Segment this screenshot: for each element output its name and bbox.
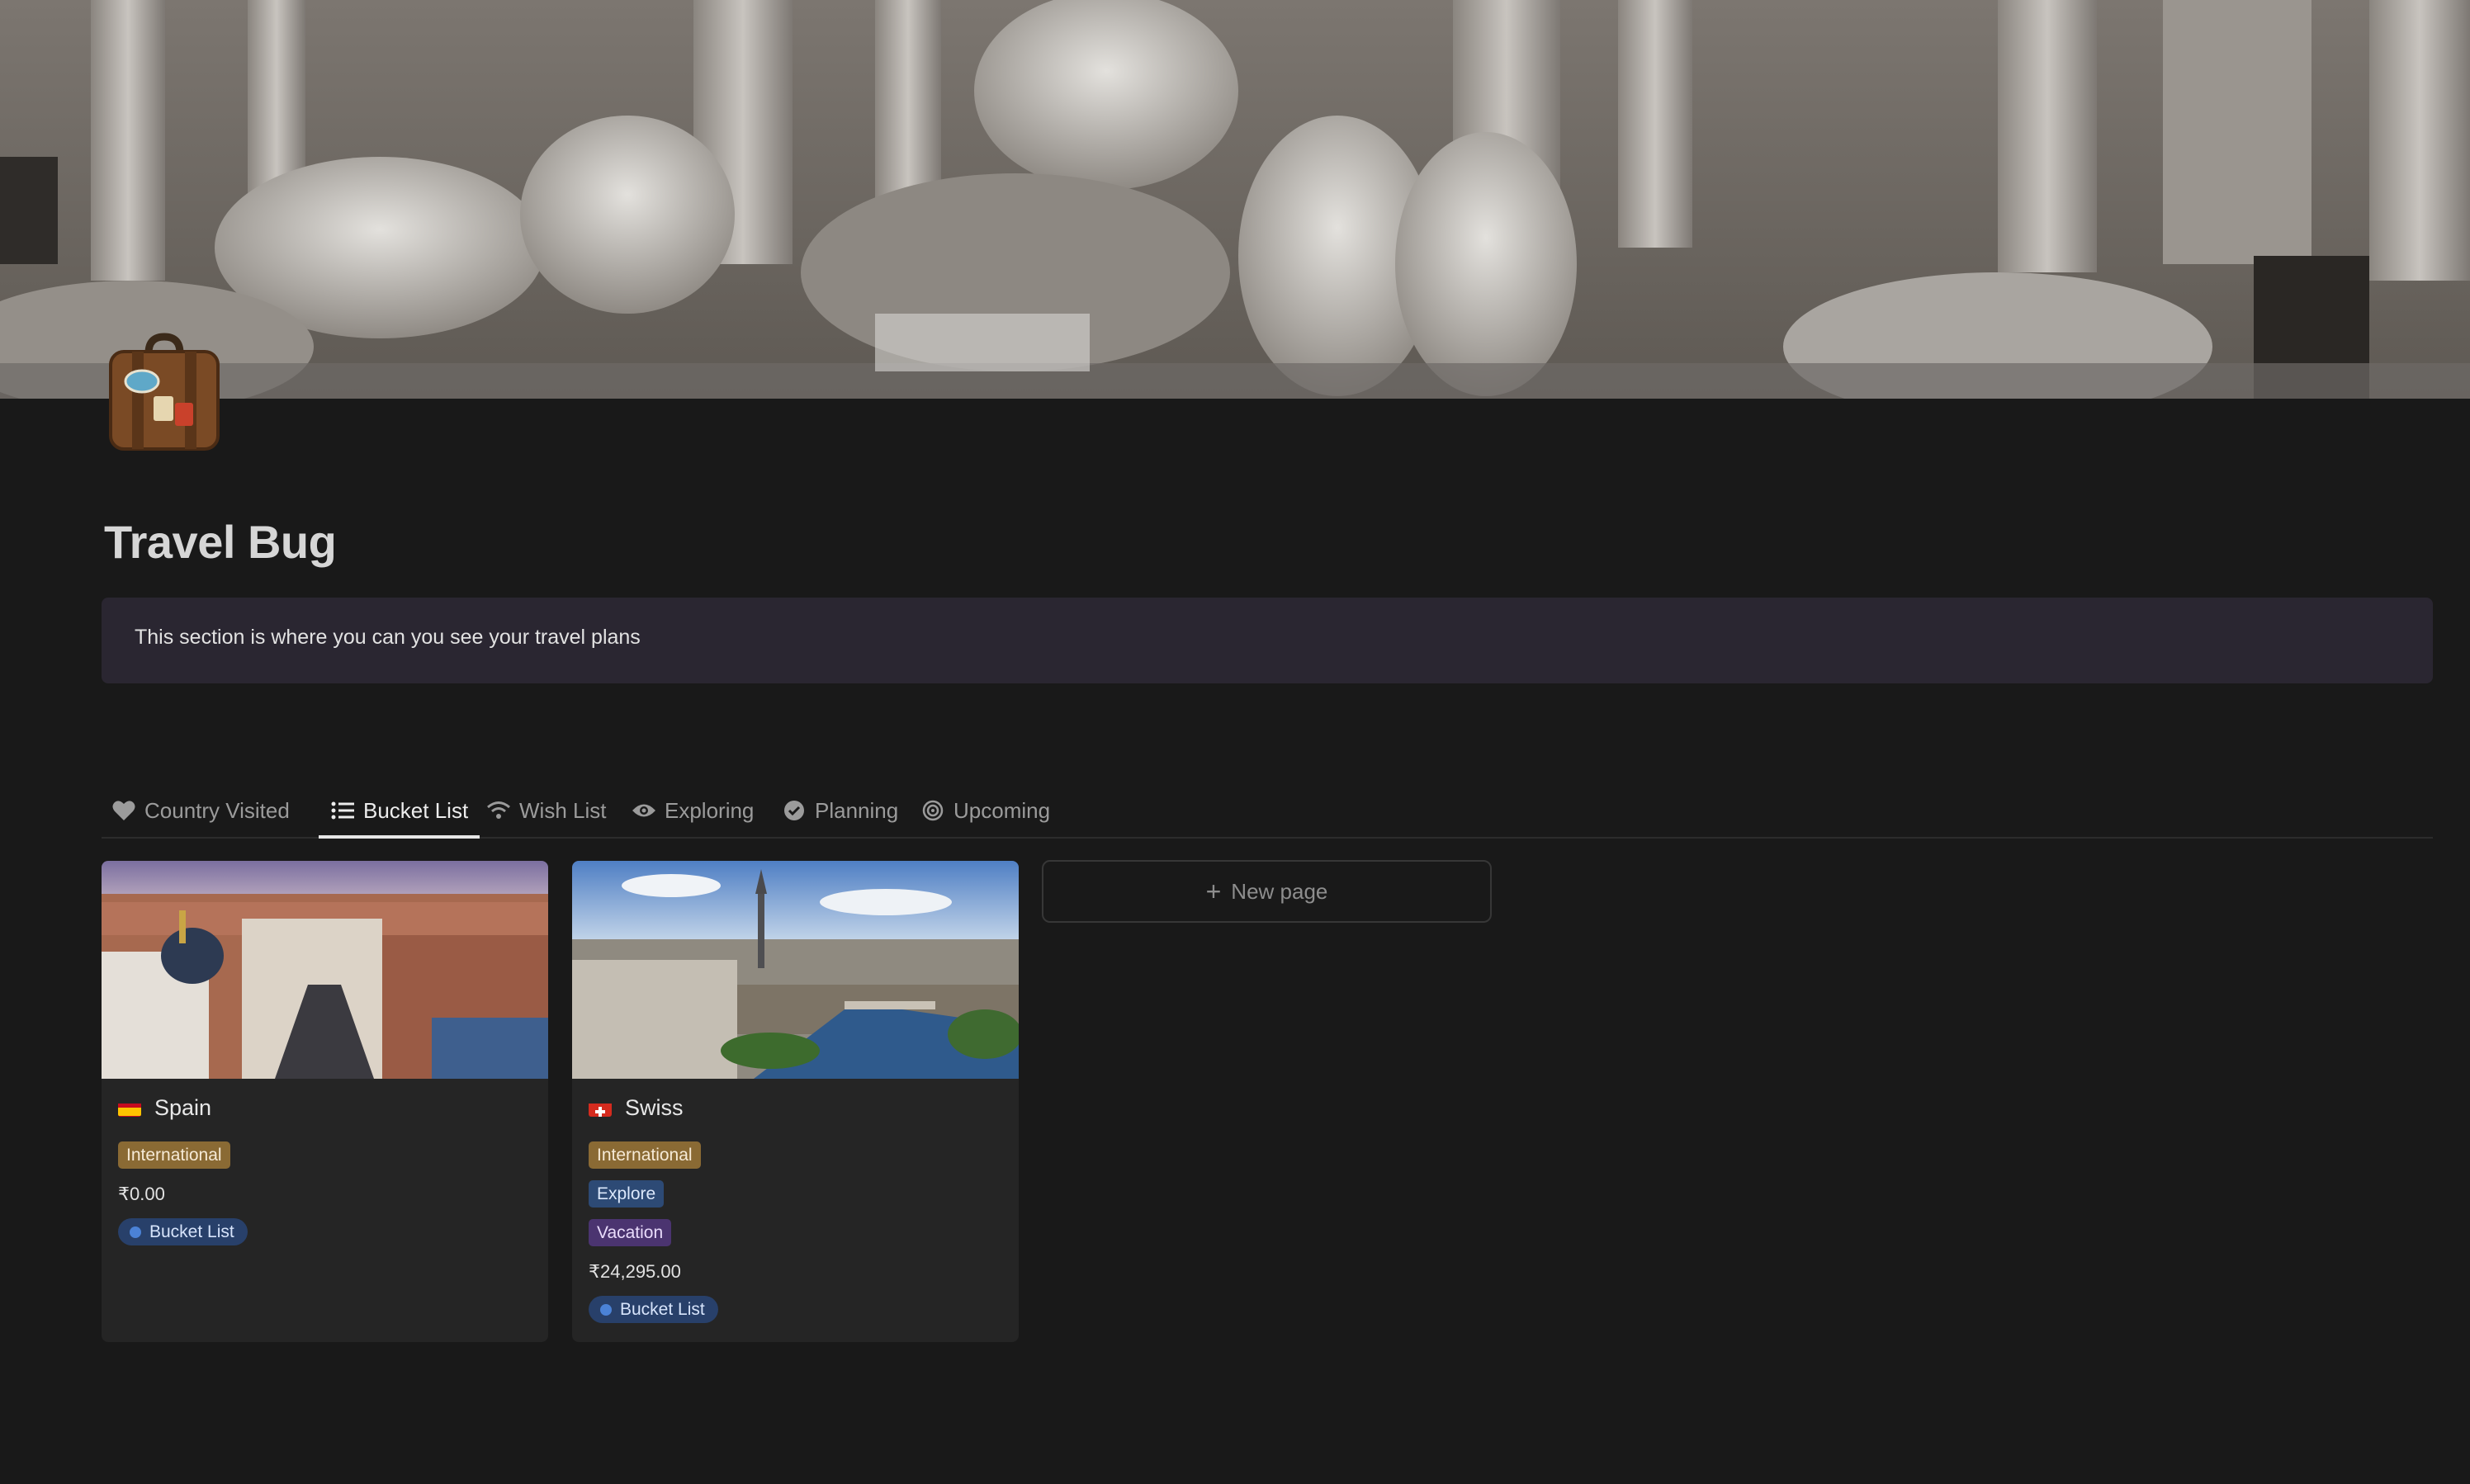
card-title-text: Swiss	[625, 1095, 684, 1120]
price-value: ₹0.00	[118, 1184, 165, 1204]
tab-upcoming[interactable]: Upcoming	[920, 784, 1050, 837]
list-icon	[330, 798, 355, 823]
new-page-button[interactable]: + New page	[1042, 860, 1492, 923]
swiss-flag-icon	[589, 1100, 612, 1117]
status-badge: Bucket List	[589, 1296, 718, 1323]
tab-planning[interactable]: Planning	[782, 784, 898, 837]
status-dot	[130, 1226, 141, 1238]
cover-image[interactable]	[0, 0, 2470, 399]
tab-wish-list[interactable]: Wish List	[486, 784, 606, 837]
tab-label: Country Visited	[144, 797, 290, 823]
tab-label: Wish List	[519, 797, 607, 823]
callout-block[interactable]: This section is where you can you see yo…	[102, 598, 2433, 683]
target-icon	[920, 798, 945, 823]
status-label: Bucket List	[149, 1222, 234, 1241]
status-dot	[600, 1303, 612, 1316]
tag-vacation: Vacation	[589, 1219, 672, 1246]
new-page-label: New page	[1231, 878, 1328, 904]
suitcase-icon[interactable]	[106, 332, 223, 456]
tab-label: Planning	[815, 797, 899, 823]
status-label: Bucket List	[620, 1300, 705, 1319]
view-tabs: Country Visited Bucket List Wish List Ex…	[102, 784, 2433, 839]
card-cover-image	[572, 861, 1019, 1079]
card-cover-image	[102, 861, 548, 1079]
tab-country-visited[interactable]: Country Visited	[111, 784, 290, 837]
tag-international: International	[589, 1141, 701, 1169]
eye-icon	[632, 798, 656, 823]
tab-label: Bucket List	[363, 797, 469, 823]
heart-icon	[111, 798, 136, 823]
spain-flag-icon	[118, 1100, 141, 1117]
callout-text: This section is where you can you see yo…	[135, 626, 641, 649]
tab-exploring[interactable]: Exploring	[632, 784, 754, 837]
page-title[interactable]: Travel Bug	[104, 515, 337, 569]
tab-label: Exploring	[665, 797, 755, 823]
price-value: ₹24,295.00	[589, 1261, 681, 1282]
plus-icon: +	[1205, 877, 1222, 906]
wifi-icon	[486, 798, 511, 823]
status-badge: Bucket List	[118, 1218, 248, 1245]
tab-label: Upcoming	[953, 797, 1051, 823]
tag-explore: Explore	[589, 1180, 665, 1208]
tag-international: International	[118, 1141, 230, 1169]
card-title[interactable]: Spain	[118, 1095, 211, 1121]
card-title-text: Spain	[154, 1095, 212, 1120]
check-circle-icon	[782, 798, 807, 823]
card-title[interactable]: Swiss	[589, 1095, 684, 1121]
tab-bucket-list[interactable]: Bucket List	[319, 784, 480, 839]
